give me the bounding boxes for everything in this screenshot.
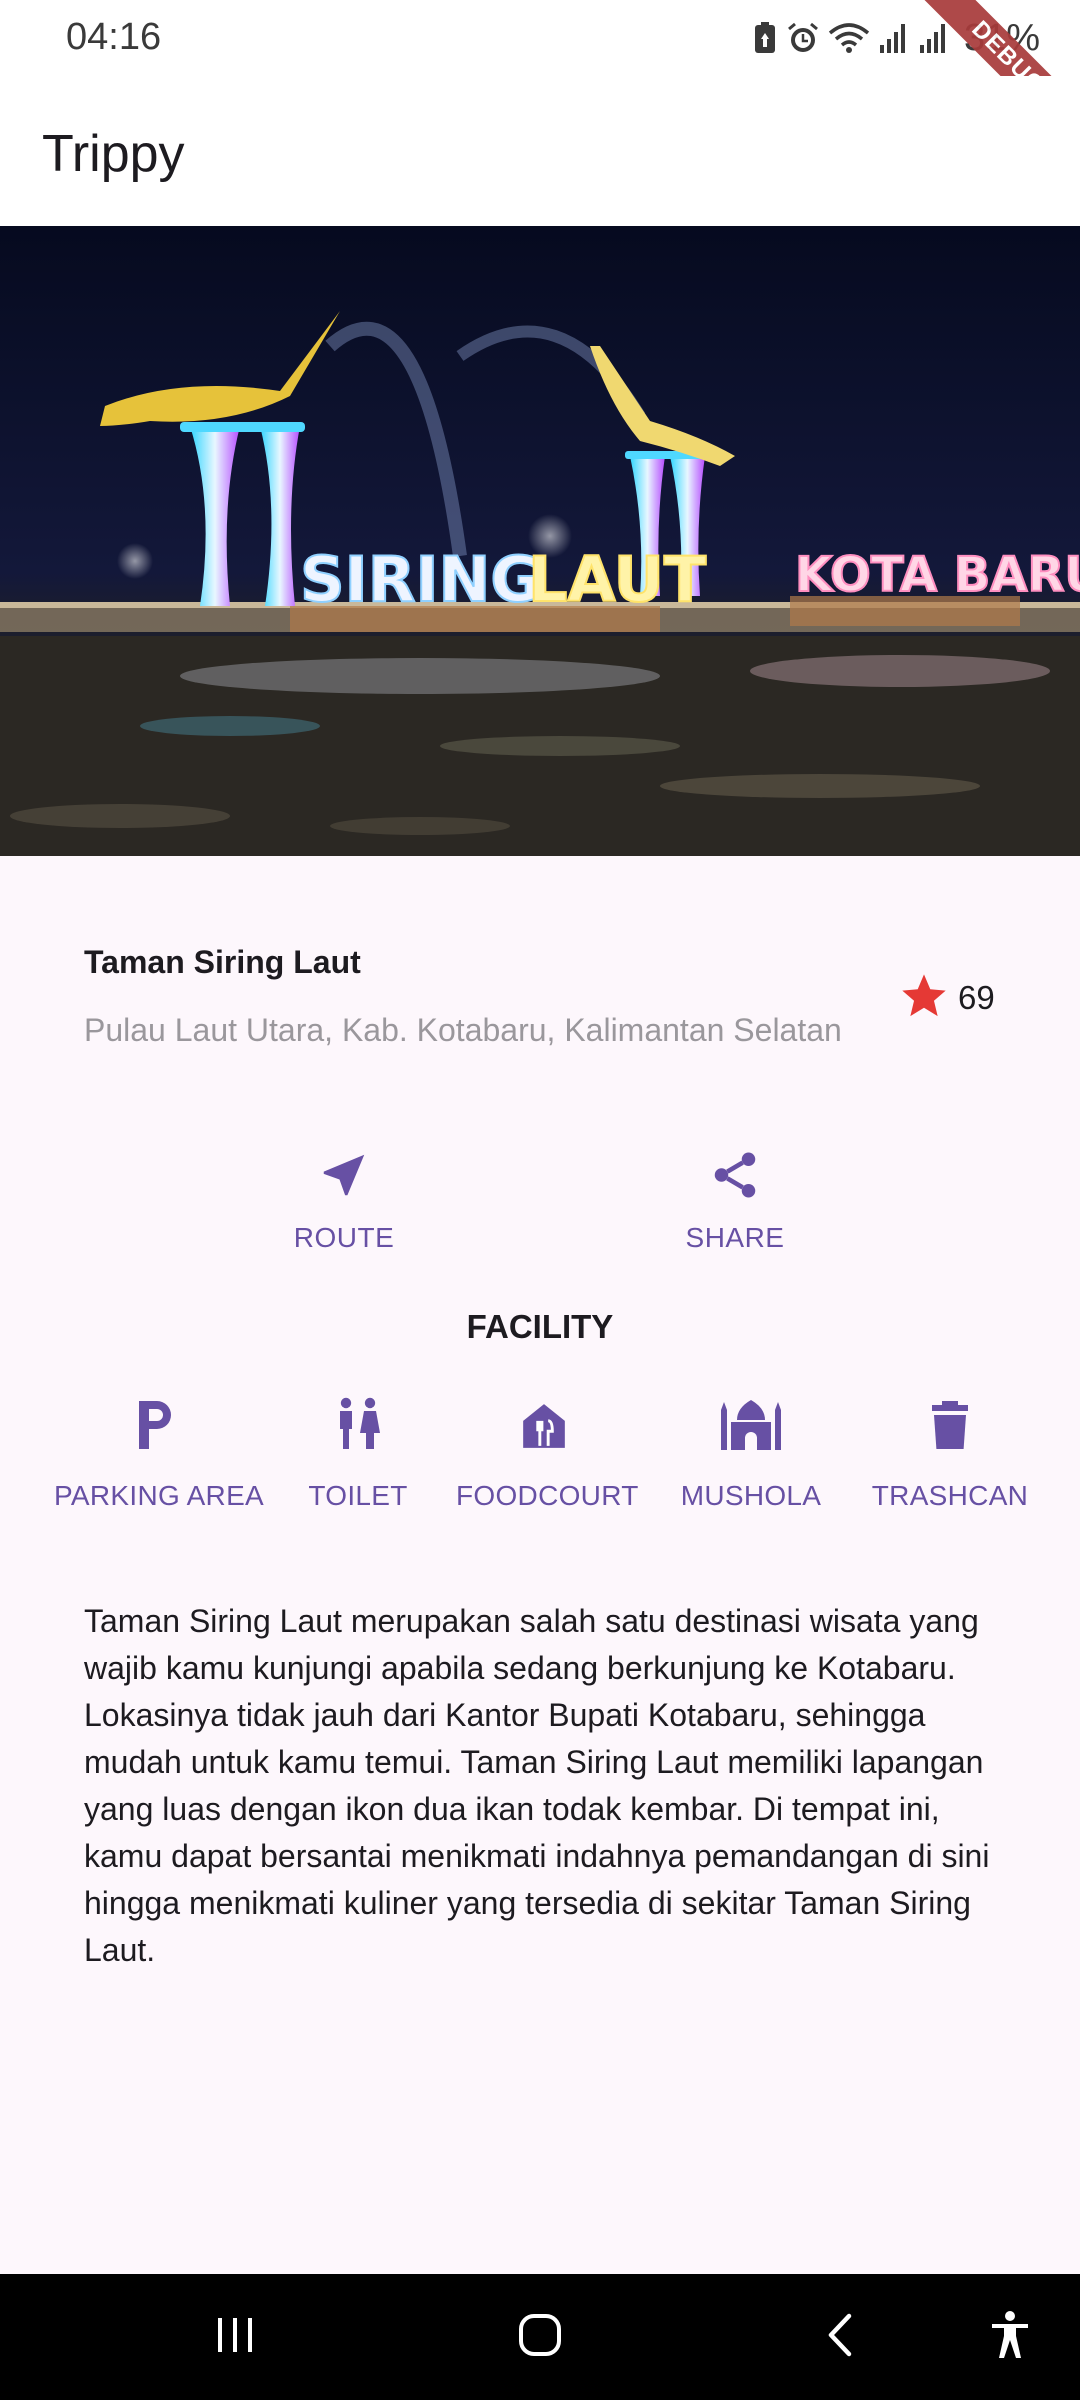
place-location: Pulau Laut Utara, Kab. Kotabaru, Kaliman… <box>84 1012 842 1048</box>
facility-foodcourt: FOODCOURT <box>456 1392 639 1512</box>
restaurant-icon <box>456 1392 631 1458</box>
back-icon <box>825 2313 855 2362</box>
status-bar: 04:16 31% DEBUG <box>0 0 1080 177</box>
trash-icon <box>868 1392 1032 1458</box>
home-icon <box>518 2313 562 2362</box>
recent-apps-button[interactable] <box>190 2274 280 2400</box>
facility-label: TRASHCAN <box>871 1480 1029 1511</box>
accessibility-icon <box>990 2310 1030 2364</box>
facility-toilet: TOILET <box>298 1392 418 1512</box>
route-label: ROUTE <box>293 1222 395 1253</box>
app-title: Trippy <box>42 125 185 183</box>
rating-value: 69 <box>958 979 995 1016</box>
facility-label: TOILET <box>308 1480 408 1511</box>
star-icon <box>898 970 950 1027</box>
place-description: Taman Siring Laut merupakan salah satu d… <box>84 1603 990 1968</box>
svg-text:KOTA BARU: KOTA BARU <box>795 547 1080 603</box>
accessibility-button[interactable] <box>970 2274 1050 2400</box>
system-nav-bar <box>0 2274 1080 2400</box>
share-icon <box>625 1140 845 1210</box>
facility-label: MUSHOLA <box>680 1480 822 1511</box>
back-button[interactable] <box>800 2274 880 2400</box>
parking-icon <box>54 1392 256 1458</box>
facility-mushola: MUSHOLA <box>672 1392 830 1512</box>
toilet-icon <box>298 1392 418 1458</box>
share-button[interactable]: SHARE <box>625 1140 845 1254</box>
svg-text:SIRING: SIRING <box>300 543 541 616</box>
mosque-icon <box>672 1392 830 1458</box>
place-photo: SIRING LAUT KOTA BARU <box>0 226 1080 856</box>
share-label: SHARE <box>685 1222 785 1253</box>
status-time: 04:16 <box>66 16 162 58</box>
alarm-icon <box>786 21 820 55</box>
facility-label: PARKING AREA <box>54 1480 265 1511</box>
facility-parking: PARKING AREA <box>54 1392 265 1512</box>
navigation-arrow-icon <box>234 1140 454 1210</box>
signal-icon <box>878 21 910 55</box>
place-name: Taman Siring Laut <box>84 944 361 980</box>
rating: 69 <box>898 970 995 1026</box>
route-button[interactable]: ROUTE <box>234 1140 454 1254</box>
facility-label: FOODCOURT <box>456 1480 639 1511</box>
wifi-icon <box>828 21 870 55</box>
home-button[interactable] <box>490 2274 590 2400</box>
battery-saver-icon <box>752 21 778 55</box>
facility-trashcan: TRASHCAN <box>868 1392 1032 1512</box>
app-bar: Trippy <box>0 76 1080 226</box>
facility-title: FACILITY <box>466 1308 614 1345</box>
signal-icon <box>918 21 950 55</box>
recent-apps-icon <box>214 2314 256 2361</box>
